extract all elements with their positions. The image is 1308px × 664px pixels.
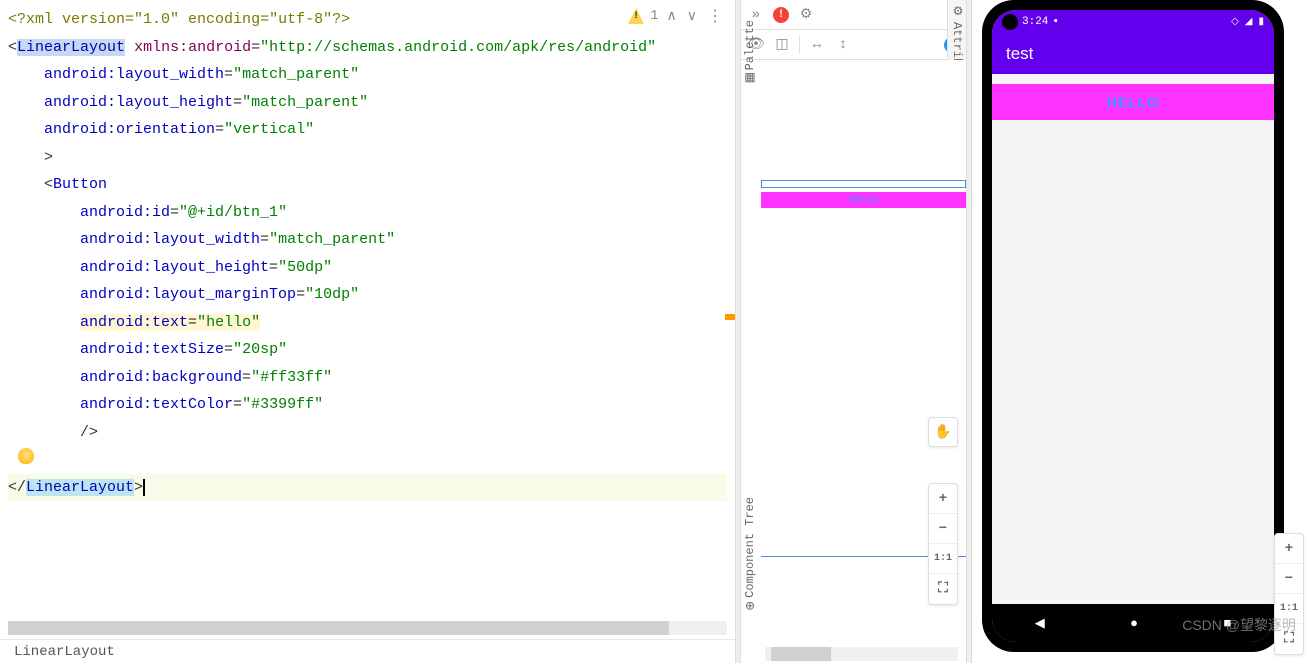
linearlayout-bounds[interactable]	[761, 180, 966, 188]
android-status-bar: 3:24 ▪ ◇ ◢ ▮	[992, 10, 1274, 34]
gutter-marker[interactable]	[725, 314, 735, 320]
sliders-icon: ⚙	[950, 4, 964, 18]
phone-frame: 3:24 ▪ ◇ ◢ ▮ test HELLO ◀ ● ■	[982, 0, 1284, 652]
zoom-in-button[interactable]: +	[1275, 534, 1303, 564]
design-hscrollbar[interactable]	[765, 647, 958, 661]
zoom-out-button[interactable]: −	[929, 514, 957, 544]
button-tag: Button	[53, 176, 107, 193]
pan-button[interactable]: ✋	[928, 417, 958, 447]
tree-icon: ⊕	[745, 598, 755, 613]
intention-bulb-icon[interactable]	[18, 448, 34, 464]
hello-button[interactable]: HELLO	[992, 84, 1274, 120]
error-badge-icon[interactable]: !	[773, 7, 789, 23]
layout-mode-icon[interactable]: ◫	[773, 37, 791, 53]
zoom-out-button[interactable]: −	[1275, 564, 1303, 594]
status-icons: ◇ ◢ ▮	[1231, 16, 1264, 28]
palette-icon: ▦	[744, 70, 755, 85]
emulator-pane: 3:24 ▪ ◇ ◢ ▮ test HELLO ◀ ● ■ +	[972, 0, 1308, 663]
button-preview[interactable]: HELLO	[761, 192, 966, 208]
code-editor-pane: ! 1 ∧ ∨ ⋮ <?xml version="1.0" encoding="…	[0, 0, 735, 663]
zoom-actual-button[interactable]: 1:1	[929, 544, 957, 574]
code-editor[interactable]: <?xml version="1.0" encoding="utf-8"?> <…	[0, 0, 735, 621]
zoom-in-button[interactable]: +	[929, 484, 957, 514]
nav-home-icon[interactable]: ●	[1130, 616, 1138, 631]
notification-icon: ▪	[1052, 16, 1059, 28]
cursor-line: </LinearLayout>	[8, 474, 727, 502]
design-toolbar-2: 👁 ◫ ↔ ↕ ?	[741, 30, 966, 60]
layout-preview: HELLO	[761, 180, 966, 208]
design-toolbar: » ! ⚙	[741, 0, 966, 30]
camera-notch	[1002, 14, 1018, 30]
zoom-fit-button[interactable]: ⛶	[929, 574, 957, 604]
emulator-zoom-controls: + − 1:1 ⛶	[1274, 533, 1304, 655]
options-icon[interactable]: ⚙	[797, 7, 815, 23]
phone-screen[interactable]: 3:24 ▪ ◇ ◢ ▮ test HELLO ◀ ● ■	[992, 10, 1274, 642]
design-zoom-controls: + − 1:1 ⛶	[928, 483, 958, 605]
app-body: HELLO	[992, 74, 1274, 120]
app-bar: test	[992, 34, 1274, 74]
code-hscrollbar[interactable]	[8, 621, 727, 635]
root-tag: LinearLayout	[17, 39, 125, 56]
watermark: CSDN @望黎逐明	[1182, 615, 1296, 635]
palette-tab[interactable]: ▦Palette	[743, 20, 757, 85]
breadcrumb[interactable]: LinearLayout	[0, 639, 735, 663]
h-arrows-icon[interactable]: ↔	[808, 37, 826, 53]
scrollbar-thumb[interactable]	[771, 647, 831, 661]
xml-prolog: <?xml version="1.0" encoding="utf-8"?>	[8, 11, 350, 28]
component-tree-tab[interactable]: ⊕Component Tree	[743, 497, 757, 613]
status-time: 3:24	[1022, 16, 1048, 28]
design-preview-pane: ▦Palette ⊕Component Tree ⚙Attributes » !…	[741, 0, 966, 663]
nav-back-icon[interactable]: ◀	[1035, 616, 1045, 631]
v-arrows-icon[interactable]: ↕	[834, 37, 852, 53]
app-title: test	[1006, 44, 1033, 64]
scrollbar-thumb[interactable]	[8, 621, 669, 635]
design-canvas[interactable]: HELLO ✋ + − 1:1 ⛶	[761, 60, 966, 647]
